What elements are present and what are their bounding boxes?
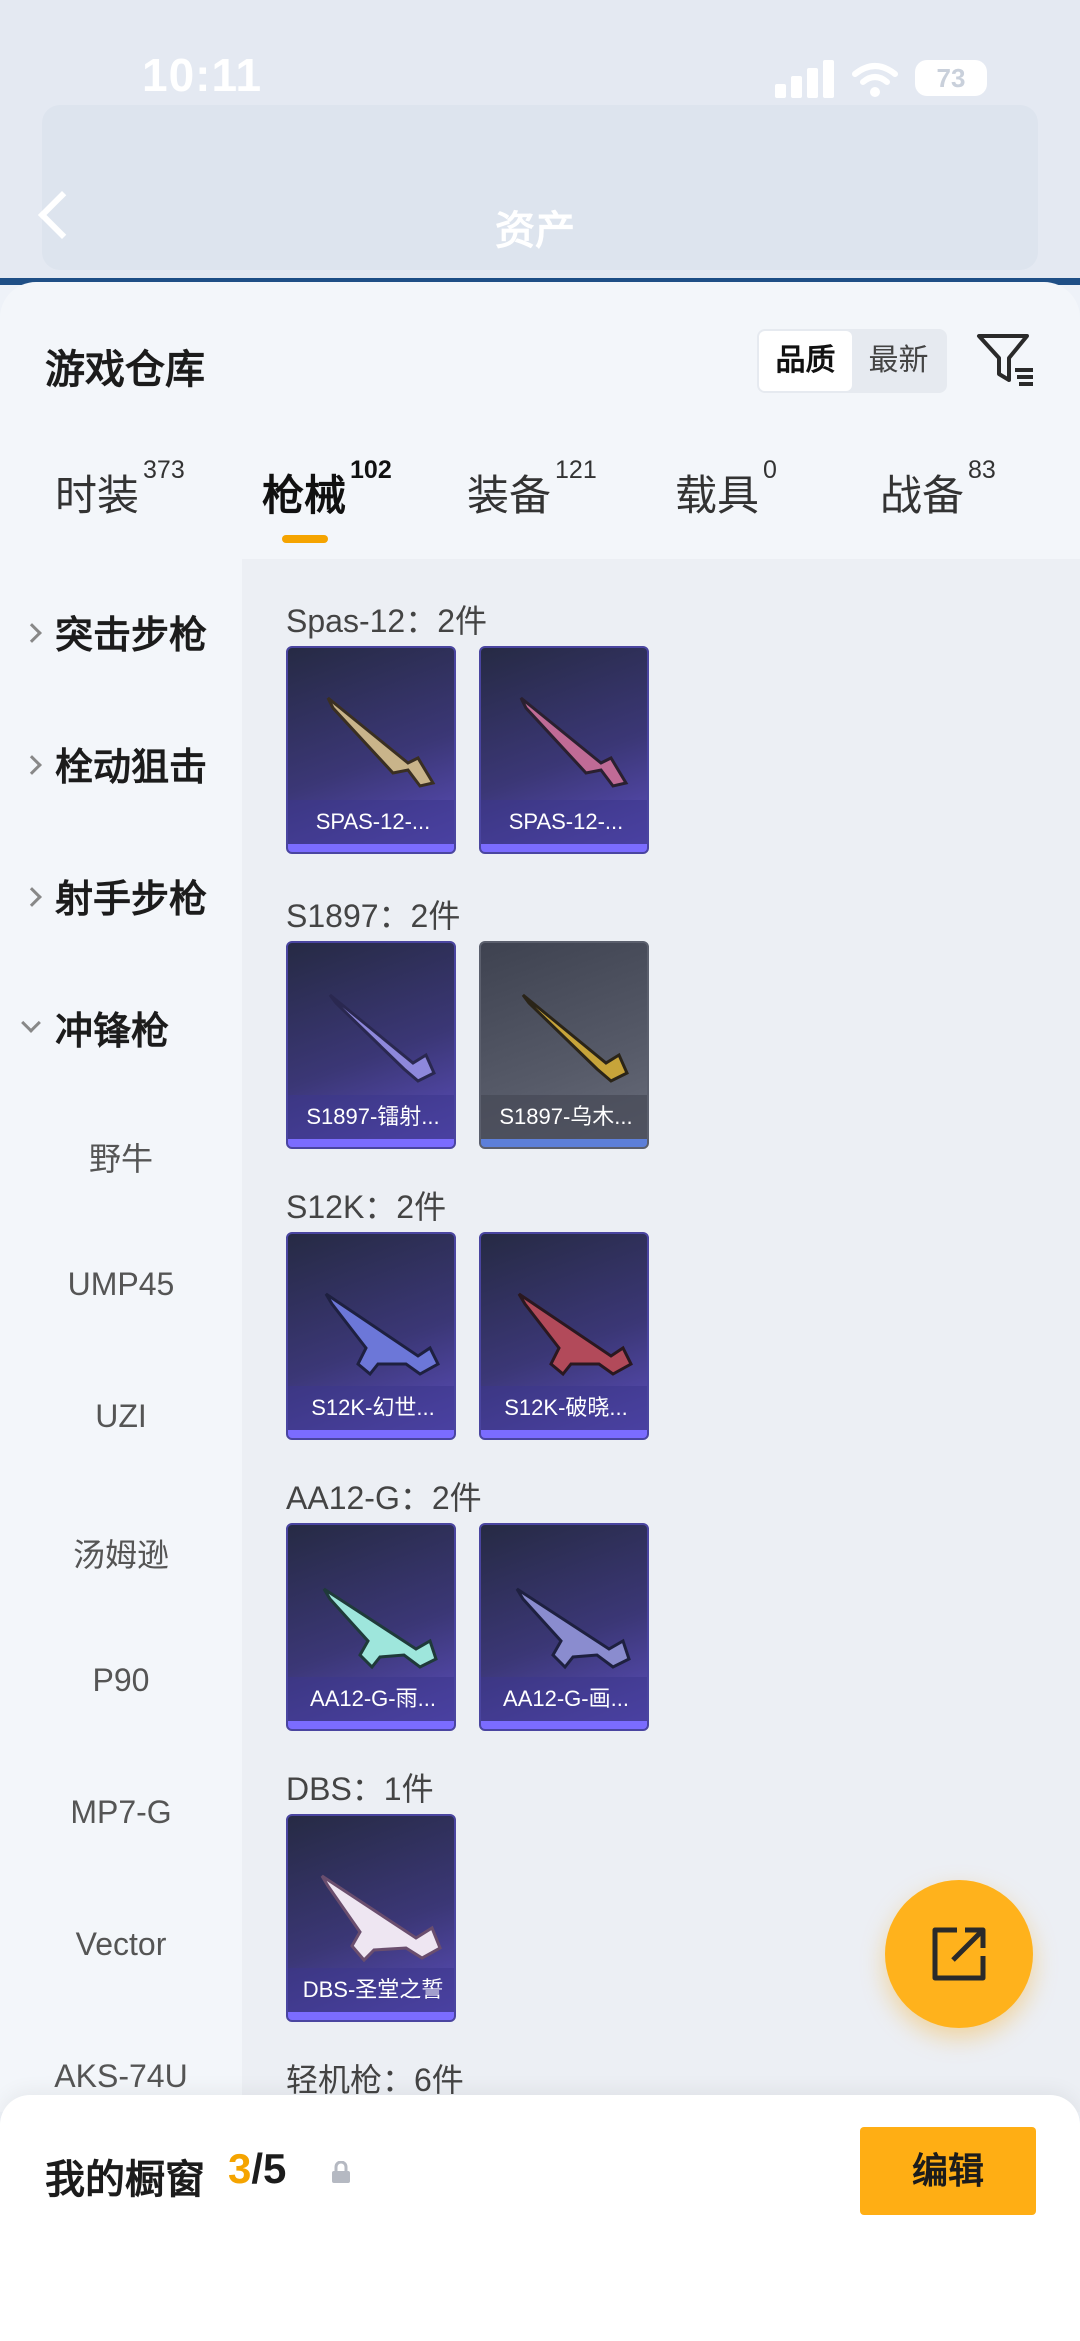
warehouse-sheet: 游戏仓库 品质 最新 时装373 枪械102 装备121 载具0 战备83 突击… — [0, 282, 1080, 2112]
sub-item-aks74u[interactable]: AKS-74U — [0, 2058, 242, 2095]
category-bolt-sniper[interactable]: 栓动狙击 — [0, 736, 242, 816]
edit-button[interactable]: 编辑 — [860, 2127, 1036, 2215]
showcase-bar: 我的橱窗 3/5 编辑 — [0, 2095, 1080, 2341]
weapon-card[interactable]: S1897-乌木... — [479, 941, 649, 1149]
sub-item-ump45[interactable]: UMP45 — [0, 1266, 242, 1303]
shotgun-icon — [519, 696, 629, 788]
sort-newest[interactable]: 最新 — [852, 331, 945, 391]
tab-firearms[interactable]: 枪械102 — [262, 456, 392, 523]
external-link-icon — [932, 1927, 986, 1981]
chevron-right-icon — [22, 623, 42, 643]
shotgun-icon — [521, 993, 629, 1083]
tab-supplies[interactable]: 战备83 — [880, 456, 996, 523]
wifi-icon — [852, 63, 898, 97]
weapon-card[interactable]: AA12-G-画... — [479, 1523, 649, 1731]
chevron-right-icon — [22, 755, 42, 775]
category-smg[interactable]: 冲锋枪 — [0, 1000, 242, 1080]
shotgun-icon — [328, 993, 436, 1083]
weapon-card[interactable]: S12K-幻世... — [286, 1232, 456, 1440]
sub-item-p90[interactable]: P90 — [0, 1662, 242, 1699]
battery-indicator: 73 — [915, 60, 987, 96]
group-title-s12k: S12K：2件 — [286, 1189, 447, 1225]
weapon-card[interactable]: DBS-圣堂之誓 — [286, 1814, 456, 2022]
shotgun-icon — [320, 1874, 442, 1963]
rifle-icon — [322, 1587, 438, 1670]
signal-icon — [775, 60, 835, 98]
header-title: 资产 — [495, 209, 575, 253]
rifle-icon — [324, 1292, 440, 1377]
filter-icon[interactable] — [975, 330, 1035, 390]
active-tab-indicator — [282, 535, 328, 543]
shotgun-icon — [326, 696, 436, 788]
weapon-card[interactable]: SPAS-12-... — [479, 646, 649, 854]
tab-vehicles[interactable]: 载具0 — [675, 456, 777, 523]
showcase-count: 3/5 — [228, 2145, 287, 2192]
chevron-right-icon — [22, 887, 42, 907]
tab-equipment[interactable]: 装备121 — [467, 456, 597, 523]
sheet-title: 游戏仓库 — [45, 348, 205, 392]
rifle-icon — [517, 1292, 633, 1377]
chevron-down-icon — [21, 1013, 41, 1033]
weapon-grid: Spas-12：2件 SPAS-12-... SPAS-12-... S1897… — [242, 559, 1080, 2112]
weapon-card[interactable]: S1897-镭射... — [286, 941, 456, 1149]
weapon-card[interactable]: AA12-G-雨... — [286, 1523, 456, 1731]
share-button[interactable] — [885, 1880, 1033, 2028]
group-title-spas12: Spas-12：2件 — [286, 603, 487, 639]
sub-item-mp7g[interactable]: MP7-G — [0, 1794, 242, 1831]
sub-item-uzi[interactable]: UZI — [0, 1398, 242, 1435]
sub-item-thompson[interactable]: 汤姆逊 — [0, 1530, 242, 1576]
lock-icon — [332, 2161, 350, 2183]
weapon-category-nav: 突击步枪 栓动狙击 射手步枪 冲锋枪 野牛 UMP45 UZI 汤姆逊 P90 … — [0, 559, 242, 2112]
sort-toggle: 品质 最新 — [757, 329, 947, 393]
status-bar: 10:11 73 — [0, 0, 1080, 120]
tab-fashion[interactable]: 时装373 — [55, 456, 185, 523]
sort-quality[interactable]: 品质 — [759, 331, 852, 391]
weapon-card[interactable]: SPAS-12-... — [286, 646, 456, 854]
group-title-dbs: DBS：1件 — [286, 1771, 434, 1807]
category-marksman-rifle[interactable]: 射手步枪 — [0, 868, 242, 948]
category-assault-rifle[interactable]: 突击步枪 — [0, 604, 242, 684]
category-tabs: 时装373 枪械102 装备121 载具0 战备83 — [0, 456, 1080, 552]
group-title-s1897: S1897：2件 — [286, 898, 461, 934]
showcase-title: 我的橱窗 — [45, 2158, 205, 2202]
group-title-aa12g: AA12-G：2件 — [286, 1480, 482, 1516]
rifle-icon — [515, 1587, 631, 1670]
status-time: 10:11 — [142, 49, 263, 101]
sub-item-vector[interactable]: Vector — [0, 1926, 242, 1963]
sub-item-bizon[interactable]: 野牛 — [0, 1134, 242, 1180]
weapon-card[interactable]: S12K-破晓... — [479, 1232, 649, 1440]
